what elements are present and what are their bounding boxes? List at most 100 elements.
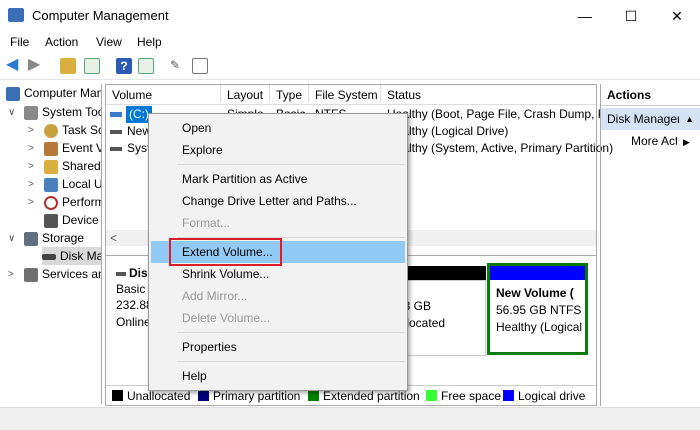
legend-swatch <box>503 390 514 401</box>
volume-icon <box>110 112 122 117</box>
menu-item-open[interactable]: Open <box>182 118 211 138</box>
tree-item-performance[interactable]: Performance <box>44 193 101 211</box>
toolbar: ◀ ▶ ? ✎ <box>0 53 700 80</box>
chevron-down-icon[interactable]: ∨ <box>8 233 15 244</box>
shared-folder-icon <box>44 159 58 174</box>
menu-item-extend-volume[interactable]: Extend Volume... <box>182 242 273 262</box>
column-layout[interactable]: Layout <box>221 85 270 102</box>
tree-label: Services and Applications <box>42 267 101 281</box>
legend-swatch <box>426 390 437 401</box>
users-icon <box>44 177 58 192</box>
column-status[interactable]: Status <box>381 85 596 102</box>
tree-item-services[interactable]: Services and Applications <box>24 265 101 283</box>
tree-item-task-scheduler[interactable]: Task Scheduler <box>44 121 101 139</box>
app-icon <box>8 8 24 22</box>
tree-item-device-manager[interactable]: Device Manager <box>44 211 101 229</box>
chevron-right-icon[interactable]: > <box>28 143 34 154</box>
tree-label: Storage <box>42 231 85 245</box>
legend-label: Logical drive <box>518 389 586 403</box>
disk-icon <box>116 271 126 276</box>
menu-item-properties[interactable]: Properties <box>182 337 237 357</box>
menu-item-format: Format... <box>182 216 231 230</box>
computer-icon <box>6 86 20 101</box>
tree-label: Shared Folders <box>62 159 101 173</box>
scroll-left-icon[interactable]: < <box>110 231 117 245</box>
status-bar <box>0 407 700 430</box>
tree-label: Task Scheduler <box>62 123 101 137</box>
disk-type: Basic <box>116 282 146 296</box>
maximize-button[interactable]: ☐ <box>608 0 654 32</box>
chevron-right-icon[interactable]: > <box>28 179 34 190</box>
properties-icon[interactable] <box>192 58 208 74</box>
actions-title: Actions <box>601 84 700 106</box>
new-volume-status: Healthy (Logical <box>496 320 583 334</box>
volume-list-header: Volume Layout Type File System Status <box>106 85 596 105</box>
more-actions-label: More Actions <box>631 134 677 148</box>
chevron-right-icon[interactable]: > <box>28 197 34 208</box>
back-icon[interactable]: ◀ <box>6 57 22 74</box>
new-volume-partition[interactable]: New Volume ( 56.95 GB NTFS Healthy (Logi… <box>487 263 588 355</box>
minimize-button[interactable]: — <box>562 0 608 32</box>
connect-icon[interactable]: ✎ <box>170 58 186 74</box>
tree-item-storage[interactable]: Storage <box>24 229 84 247</box>
menu-item-add-mirror: Add Mirror... <box>182 289 248 303</box>
console-tree: Computer Management (Local) ∨ System Too… <box>0 84 102 404</box>
chevron-right-icon: ▶ <box>683 137 690 147</box>
action-pane-icon[interactable] <box>138 58 154 74</box>
menu-help[interactable]: Help <box>137 35 162 49</box>
legend-swatch <box>198 390 209 401</box>
legend-swatch <box>112 390 123 401</box>
forward-icon[interactable]: ▶ <box>28 57 44 74</box>
actions-section-disk-management[interactable]: Disk Management ▲ <box>601 108 700 130</box>
menu-view[interactable]: View <box>96 35 122 49</box>
more-actions-link[interactable]: More Actions ▶ <box>631 134 699 148</box>
tree-item-event-viewer[interactable]: Event Viewer <box>44 139 101 157</box>
tree-item-system-tools[interactable]: System Tools <box>24 103 101 121</box>
legend-label: Free space <box>441 389 502 403</box>
column-volume[interactable]: Volume <box>106 85 221 102</box>
menu-bar: File Action View Help <box>0 32 700 52</box>
menu-separator <box>177 332 405 333</box>
chevron-right-icon[interactable]: > <box>28 161 34 172</box>
new-volume-name: New Volume ( <box>496 286 574 300</box>
menu-item-change-drive-letter[interactable]: Change Drive Letter and Paths... <box>182 191 357 211</box>
clock-icon <box>44 123 58 138</box>
menu-action[interactable]: Action <box>45 35 78 49</box>
column-type[interactable]: Type <box>270 85 309 102</box>
device-manager-icon <box>44 213 58 228</box>
tree-label: Disk Management <box>60 249 102 263</box>
tree-item-computer-management[interactable]: Computer Management (Local) <box>6 84 101 102</box>
menu-file[interactable]: File <box>10 35 29 49</box>
close-button[interactable]: ✕ <box>654 0 700 32</box>
tree-label: Event Viewer <box>62 141 101 155</box>
title-bar: Computer Management — ☐ ✕ <box>0 0 700 32</box>
chevron-right-icon[interactable]: > <box>8 269 14 280</box>
show-hide-tree-icon[interactable] <box>84 58 100 74</box>
tree-label: System Tools <box>42 105 101 119</box>
tree-item-shared-folders[interactable]: Shared Folders <box>44 157 101 175</box>
menu-item-explore[interactable]: Explore <box>182 140 223 160</box>
tree-item-local-users[interactable]: Local Users and Groups <box>44 175 102 193</box>
chevron-down-icon[interactable]: ∨ <box>8 107 15 118</box>
menu-item-delete-volume: Delete Volume... <box>182 311 271 325</box>
section-label: Disk Management <box>607 112 679 126</box>
column-file-system[interactable]: File System <box>309 85 381 102</box>
tree-label: Local Users and Groups <box>62 177 102 191</box>
menu-item-shrink-volume[interactable]: Shrink Volume... <box>182 264 269 284</box>
collapse-icon: ▲ <box>685 114 694 124</box>
chevron-right-icon[interactable]: > <box>28 125 34 136</box>
volume-icon <box>110 147 122 151</box>
menu-separator <box>177 164 405 165</box>
services-icon <box>24 267 38 282</box>
menu-item-help[interactable]: Help <box>182 366 207 386</box>
up-folder-icon[interactable] <box>60 58 76 74</box>
tree-item-disk-management[interactable]: Disk Management <box>42 247 102 265</box>
help-icon[interactable]: ? <box>116 58 132 74</box>
menu-separator <box>177 361 405 362</box>
menu-item-mark-active[interactable]: Mark Partition as Active <box>182 169 307 189</box>
new-volume-size: 56.95 GB NTFS <box>496 303 582 317</box>
event-viewer-icon <box>44 141 58 156</box>
context-menu: Open Explore Mark Partition as Active Ch… <box>148 113 408 391</box>
volume-icon <box>110 130 122 134</box>
disk-state: Online <box>116 315 151 329</box>
